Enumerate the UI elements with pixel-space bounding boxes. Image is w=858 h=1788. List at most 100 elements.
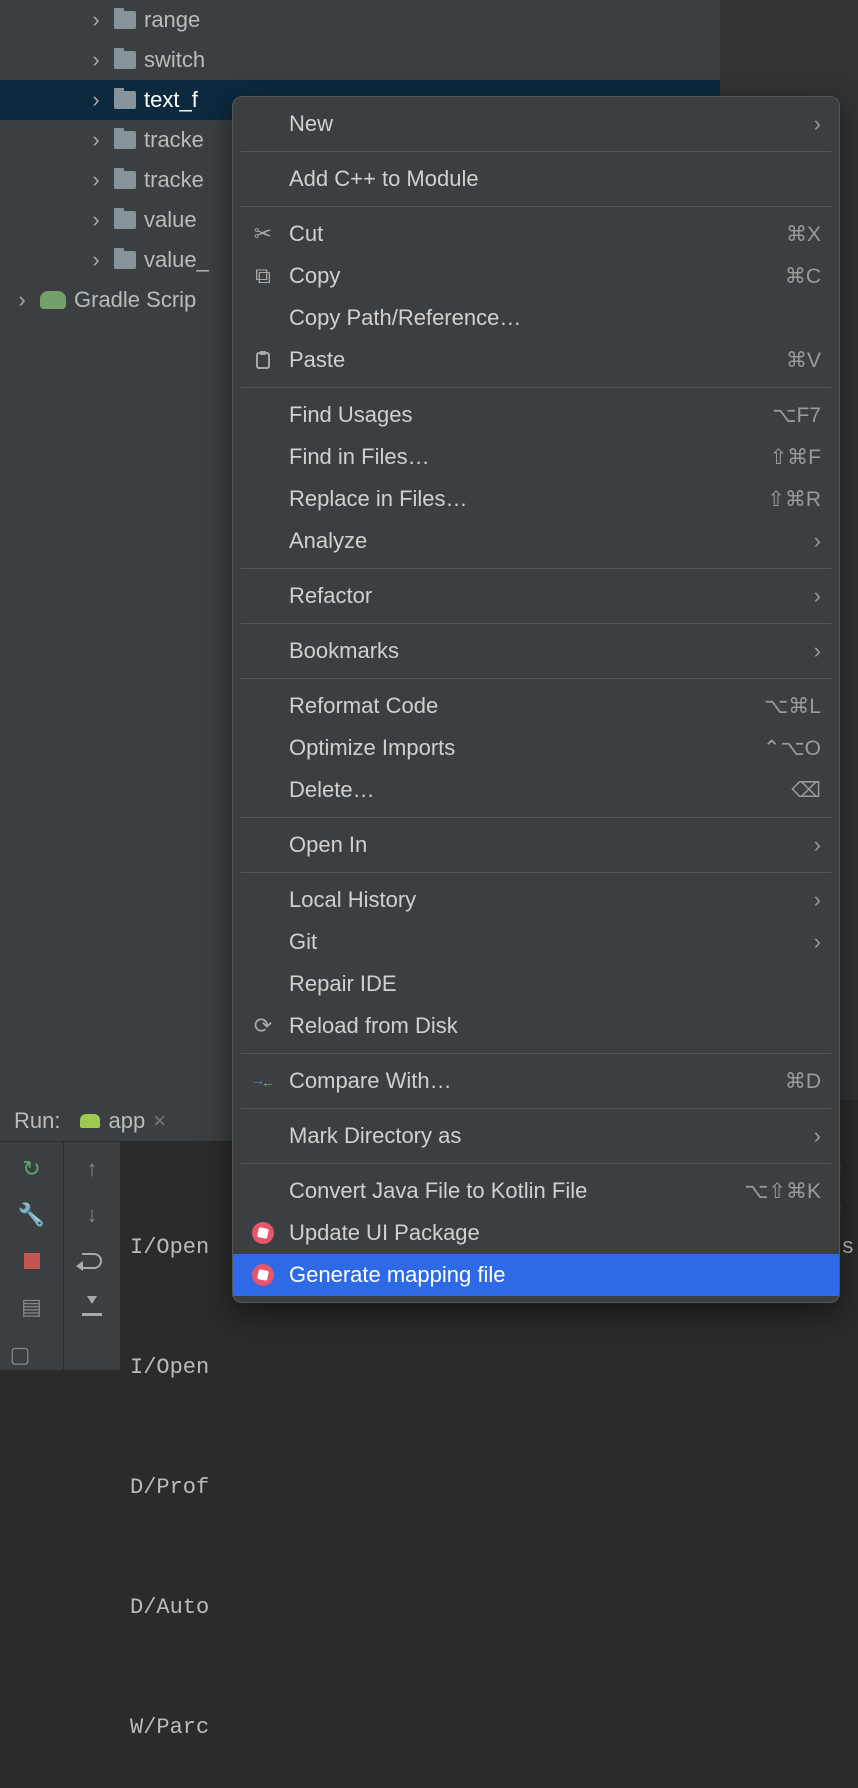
wrench-icon[interactable]: 🔧	[21, 1204, 43, 1226]
chevron-right-icon: ›	[86, 127, 106, 153]
log-line: D/Auto	[130, 1588, 848, 1628]
menu-label: New	[289, 111, 802, 137]
tree-item-range[interactable]: › range	[0, 0, 720, 40]
folder-icon	[114, 211, 136, 229]
chevron-right-icon: ›	[86, 167, 106, 193]
menu-shortcut: ⌥⇧⌘K	[744, 1179, 821, 1204]
menu-item-new[interactable]: New ›	[233, 103, 839, 145]
menu-item-replace-in-files[interactable]: Replace in Files… ⇧⌘R	[233, 478, 839, 520]
log-line: D/Prof	[130, 1468, 848, 1508]
menu-label: Repair IDE	[289, 971, 821, 997]
menu-item-mark-directory-as[interactable]: Mark Directory as ›	[233, 1115, 839, 1157]
stop-icon[interactable]	[21, 1250, 43, 1272]
menu-item-copy[interactable]: ⧉ Copy ⌘C	[233, 255, 839, 297]
context-menu: New › Add C++ to Module ✂ Cut ⌘X ⧉ Copy …	[232, 96, 840, 1303]
menu-shortcut: ⌥⌘L	[764, 694, 821, 719]
run-toolbar-secondary: ↑ ↓	[64, 1142, 120, 1370]
menu-item-delete[interactable]: Delete… ⌫	[233, 769, 839, 811]
menu-separator	[241, 1053, 831, 1054]
android-icon	[80, 1114, 100, 1128]
tree-item-label: tracke	[144, 127, 204, 153]
tree-item-switch[interactable]: › switch	[0, 40, 720, 80]
menu-separator	[241, 678, 831, 679]
menu-label: Mark Directory as	[289, 1123, 802, 1149]
close-icon[interactable]: ×	[153, 1108, 166, 1134]
menu-item-repair-ide[interactable]: Repair IDE	[233, 963, 839, 1005]
menu-shortcut: ⌘C	[785, 264, 821, 289]
menu-separator	[241, 817, 831, 818]
menu-item-generate-mapping-file[interactable]: Generate mapping file	[233, 1254, 839, 1296]
chevron-right-icon: ›	[814, 929, 821, 955]
menu-label: Find Usages	[289, 402, 760, 428]
menu-label: Analyze	[289, 528, 802, 554]
chevron-right-icon: ›	[814, 111, 821, 137]
menu-separator	[241, 387, 831, 388]
menu-item-reload-from-disk[interactable]: ⟳ Reload from Disk	[233, 1005, 839, 1047]
chevron-right-icon: ›	[814, 1123, 821, 1149]
run-tab-app[interactable]: app ×	[74, 1104, 172, 1138]
menu-item-refactor[interactable]: Refactor ›	[233, 575, 839, 617]
menu-item-cut[interactable]: ✂ Cut ⌘X	[233, 213, 839, 255]
menu-label: Paste	[289, 347, 774, 373]
menu-item-copy-path[interactable]: Copy Path/Reference…	[233, 297, 839, 339]
menu-shortcut: ⌃⌥O	[763, 736, 821, 761]
menu-label: Git	[289, 929, 802, 955]
menu-label: Bookmarks	[289, 638, 802, 664]
soft-wrap-icon[interactable]	[81, 1250, 103, 1272]
status-bar-icon[interactable]: ▢	[0, 1340, 40, 1370]
run-title: Run:	[14, 1108, 60, 1134]
menu-item-add-cpp[interactable]: Add C++ to Module	[233, 158, 839, 200]
menu-label: Compare With…	[289, 1068, 773, 1094]
compare-icon: →←	[249, 1072, 277, 1090]
menu-shortcut: ⌘X	[786, 222, 821, 247]
menu-label: Cut	[289, 221, 774, 247]
menu-item-update-ui-package[interactable]: Update UI Package	[233, 1212, 839, 1254]
paste-icon	[249, 350, 277, 370]
chevron-right-icon: ›	[86, 87, 106, 113]
menu-item-compare-with[interactable]: →← Compare With… ⌘D	[233, 1060, 839, 1102]
reload-icon: ⟳	[249, 1013, 277, 1039]
menu-item-local-history[interactable]: Local History ›	[233, 879, 839, 921]
chevron-right-icon: ›	[814, 583, 821, 609]
log-line: W/Parc	[130, 1708, 848, 1748]
menu-item-optimize-imports[interactable]: Optimize Imports ⌃⌥O	[233, 727, 839, 769]
menu-item-bookmarks[interactable]: Bookmarks ›	[233, 630, 839, 672]
arrow-down-icon[interactable]: ↓	[81, 1204, 103, 1226]
folder-icon	[114, 171, 136, 189]
tree-item-label: tracke	[144, 167, 204, 193]
menu-shortcut: ⌘D	[785, 1069, 821, 1094]
menu-item-convert-java-kotlin[interactable]: Convert Java File to Kotlin File ⌥⇧⌘K	[233, 1170, 839, 1212]
arrow-up-icon[interactable]: ↑	[81, 1158, 103, 1180]
menu-label: Replace in Files…	[289, 486, 755, 512]
menu-item-find-in-files[interactable]: Find in Files… ⇧⌘F	[233, 436, 839, 478]
menu-separator	[241, 623, 831, 624]
log-line: I/Open	[130, 1348, 848, 1388]
rerun-icon[interactable]: ↻	[21, 1158, 43, 1180]
chevron-right-icon: ›	[86, 247, 106, 273]
menu-separator	[241, 151, 831, 152]
menu-label: Refactor	[289, 583, 802, 609]
menu-separator	[241, 568, 831, 569]
menu-item-analyze[interactable]: Analyze ›	[233, 520, 839, 562]
menu-item-git[interactable]: Git ›	[233, 921, 839, 963]
delete-key-icon: ⌫	[791, 778, 821, 803]
scroll-to-end-icon[interactable]	[81, 1296, 103, 1318]
menu-item-paste[interactable]: Paste ⌘V	[233, 339, 839, 381]
menu-item-reformat[interactable]: Reformat Code ⌥⌘L	[233, 685, 839, 727]
menu-label: Convert Java File to Kotlin File	[289, 1178, 732, 1204]
menu-label: Update UI Package	[289, 1220, 821, 1246]
run-toolbar-primary: ↻ 🔧 ▤	[0, 1142, 64, 1370]
menu-label: Find in Files…	[289, 444, 758, 470]
tree-item-label: value_	[144, 247, 209, 273]
folder-icon	[114, 51, 136, 69]
menu-item-find-usages[interactable]: Find Usages ⌥F7	[233, 394, 839, 436]
chevron-right-icon: ›	[86, 47, 106, 73]
cut-icon: ✂	[249, 221, 277, 247]
menu-shortcut: ⌘V	[786, 348, 821, 373]
folder-icon	[114, 91, 136, 109]
menu-shortcut: ⇧⌘F	[770, 445, 821, 470]
layout-icon[interactable]: ▤	[21, 1296, 43, 1318]
menu-label: Delete…	[289, 777, 779, 803]
tree-item-label: switch	[144, 47, 205, 73]
menu-item-open-in[interactable]: Open In ›	[233, 824, 839, 866]
